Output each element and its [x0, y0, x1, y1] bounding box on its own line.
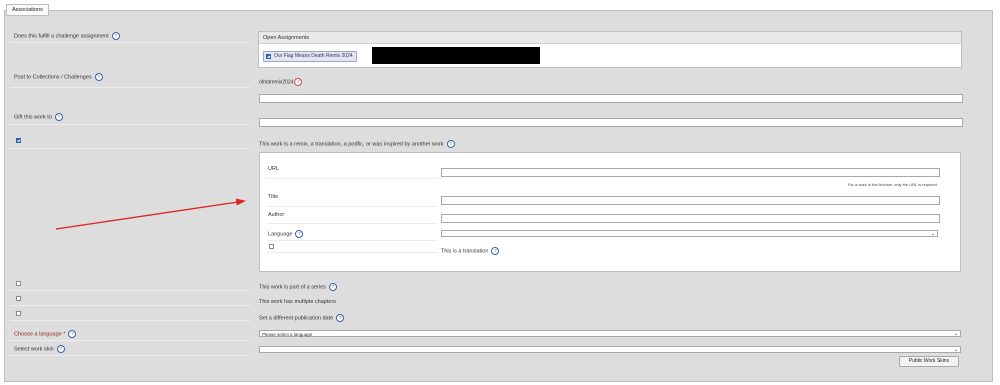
chapters-checkbox[interactable] — [16, 296, 21, 301]
language-select[interactable]: Please select a language ⌄ — [259, 330, 961, 337]
annotation-arrow — [55, 198, 246, 230]
chevron-down-icon: ⌄ — [953, 331, 958, 337]
series-label: This work is part of a series? — [259, 283, 337, 291]
help-icon[interactable]: ? — [56, 345, 65, 353]
series-checkbox[interactable] — [16, 281, 21, 286]
choose-language-label: Choose a language *? — [14, 330, 77, 338]
help-icon[interactable]: ? — [328, 283, 337, 291]
pubdate-label: Set a different publication date? — [259, 314, 345, 322]
work-skin-select[interactable]: ⌄ — [259, 346, 961, 353]
help-icon[interactable]: ? — [336, 314, 345, 322]
help-icon[interactable]: ? — [68, 330, 77, 338]
pubdate-checkbox[interactable] — [16, 311, 21, 316]
chevron-down-icon: ⌄ — [953, 347, 958, 353]
public-work-skins-button[interactable]: Public Work Skins — [899, 356, 959, 367]
chapters-label: This work has multiple chapters — [259, 299, 337, 305]
work-skin-label: Select work skin? — [14, 345, 65, 353]
